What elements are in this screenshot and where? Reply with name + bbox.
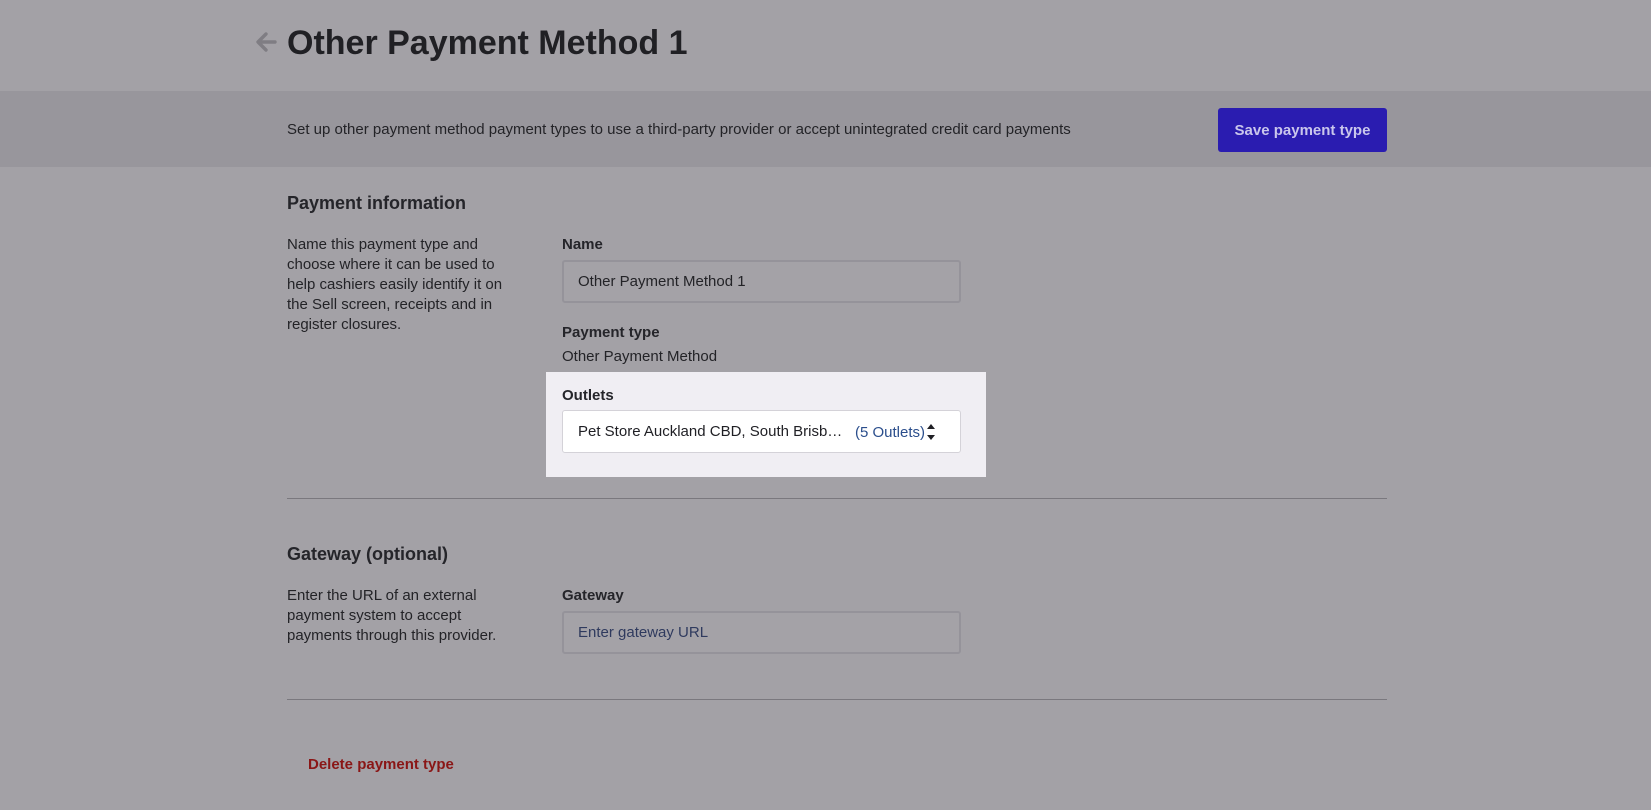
up-down-chevron-icon[interactable] — [925, 420, 937, 444]
gateway-description: Enter the URL of an external payment sys… — [287, 587, 497, 644]
page-title: Other Payment Method 1 — [287, 24, 688, 62]
arrow-left-icon[interactable] — [253, 29, 279, 55]
outlets-panel: Outlets Pet Store Auckland CBD, South Br… — [546, 372, 986, 477]
delete-payment-type-button[interactable]: Delete payment type — [308, 756, 454, 773]
description-banner: Set up other payment method payment type… — [0, 91, 1651, 167]
name-label: Name — [562, 236, 603, 253]
outlets-select[interactable]: Pet Store Auckland CBD, South Brisbane, … — [562, 410, 961, 453]
section-divider — [287, 699, 1387, 700]
gateway-url-field[interactable] — [562, 611, 961, 654]
payment-type-value: Other Payment Method — [562, 348, 718, 365]
save-payment-type-button[interactable]: Save payment type — [1218, 108, 1387, 152]
outlets-selected-value: Pet Store Auckland CBD, South Brisbane, … — [578, 423, 848, 440]
outlets-count: (5 Outlets) — [855, 424, 926, 441]
payment-type-label: Payment type — [562, 324, 660, 341]
name-field[interactable] — [562, 260, 961, 303]
outlets-label: Outlets — [562, 387, 614, 404]
banner-description: Set up other payment method payment type… — [287, 121, 1071, 138]
gateway-heading: Gateway (optional) — [287, 544, 449, 564]
payment-information-heading: Payment information — [287, 193, 467, 213]
page-header: Other Payment Method 1 — [0, 0, 1651, 91]
gateway-label: Gateway — [562, 587, 624, 604]
payment-information-description: Name this payment type and choose where … — [287, 236, 503, 333]
section-divider — [287, 498, 1387, 499]
